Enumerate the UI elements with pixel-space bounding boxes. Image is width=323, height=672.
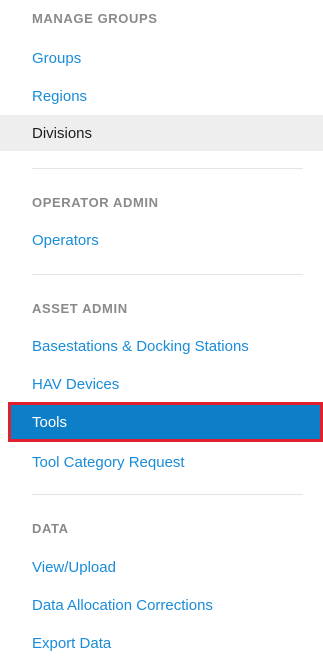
nav-item-operators[interactable]: Operators (0, 222, 323, 258)
nav-item-label: Divisions (32, 124, 93, 142)
nav-item-data-allocation-corrections[interactable]: Data Allocation Corrections (0, 587, 323, 623)
nav-item-label: HAV Devices (32, 375, 120, 393)
section-header-manage-groups: MANAGE GROUPS (32, 11, 158, 26)
nav-item-divisions[interactable]: Divisions (0, 115, 323, 151)
section-divider (32, 494, 303, 495)
nav-item-label: Regions (32, 87, 88, 105)
section-divider (32, 168, 303, 169)
section-divider (32, 274, 303, 275)
nav-item-view-upload[interactable]: View/Upload (0, 549, 323, 585)
nav-item-label: Export Data (32, 634, 112, 652)
section-header-data: DATA (32, 521, 69, 536)
nav-item-tool-category-request[interactable]: Tool Category Request (0, 444, 323, 480)
nav-item-hav-devices[interactable]: HAV Devices (0, 366, 323, 402)
nav-item-label: Basestations & Docking Stations (32, 337, 249, 355)
admin-sidebar-nav: MANAGE GROUPS Groups Regions Divisions O… (0, 0, 323, 672)
nav-item-tools[interactable]: Tools (8, 402, 323, 442)
nav-item-label: Tools (32, 413, 68, 431)
nav-item-label: View/Upload (32, 558, 116, 576)
section-header-asset-admin: ASSET ADMIN (32, 301, 128, 316)
nav-item-groups[interactable]: Groups (0, 40, 323, 76)
section-header-operator-admin: OPERATOR ADMIN (32, 195, 159, 210)
nav-item-basestations-docking-stations[interactable]: Basestations & Docking Stations (0, 328, 323, 364)
nav-item-regions[interactable]: Regions (0, 78, 323, 114)
nav-item-export-data[interactable]: Export Data (0, 625, 323, 661)
nav-item-label: Tool Category Request (32, 453, 185, 471)
nav-item-label: Operators (32, 231, 99, 249)
nav-item-label: Groups (32, 49, 82, 67)
nav-item-label: Data Allocation Corrections (32, 596, 213, 614)
